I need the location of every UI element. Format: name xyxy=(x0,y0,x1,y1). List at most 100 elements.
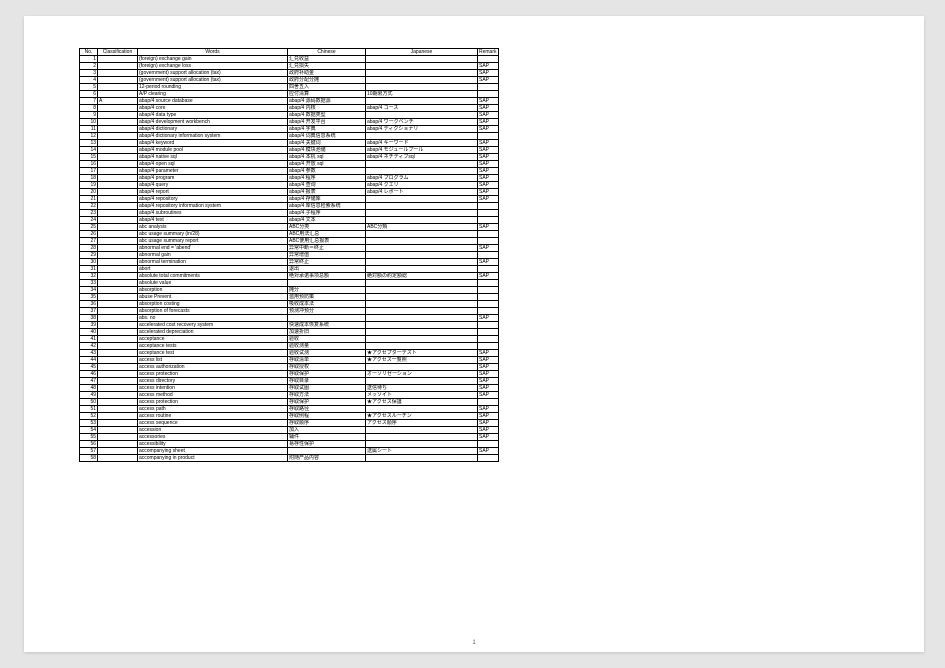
cell-rm: SAP xyxy=(478,154,499,161)
cell-w: accession xyxy=(138,427,288,434)
cell-no: 20 xyxy=(80,189,98,196)
cell-w: abap/4 keyword xyxy=(138,140,288,147)
cell-no: 5 xyxy=(80,84,98,91)
cell-no: 21 xyxy=(80,196,98,203)
cell-jp xyxy=(366,217,478,224)
cell-w: abap/4 native sql xyxy=(138,154,288,161)
table-row: 58accompanying in product附随产品内容 xyxy=(80,455,499,462)
table-row: 1(foreign) exchange gain汇兑收益 xyxy=(80,56,499,63)
cell-cls xyxy=(98,154,138,161)
cell-rm xyxy=(478,280,499,287)
cell-cn: 四舍五入 xyxy=(288,84,366,91)
cell-no: 47 xyxy=(80,378,98,385)
cell-rm: SAP xyxy=(478,126,499,133)
cell-jp xyxy=(366,161,478,168)
table-row: 23abap/4 subroutinesabap/4 子程序 xyxy=(80,210,499,217)
cell-cn: abap/4 报表 xyxy=(288,189,366,196)
cell-cn: abap/4 库信息检索系统 xyxy=(288,203,366,210)
cell-no: 12 xyxy=(80,133,98,140)
cell-cls xyxy=(98,413,138,420)
cell-jp: メッソイト xyxy=(366,392,478,399)
cell-jp: ABC分類 xyxy=(366,224,478,231)
table-row: 13abap/4 keywordabap/4 关键词abap/4 キーワードSA… xyxy=(80,140,499,147)
cell-no: 43 xyxy=(80,350,98,357)
cell-w: absorption costing xyxy=(138,301,288,308)
cell-no: 57 xyxy=(80,448,98,455)
cell-w: abap/4 data type xyxy=(138,112,288,119)
cell-no: 9 xyxy=(80,112,98,119)
cell-w: abap/4 repository xyxy=(138,196,288,203)
cell-rm: SAP xyxy=(478,350,499,357)
cell-jp xyxy=(366,280,478,287)
cell-w: abap/4 dictionary xyxy=(138,126,288,133)
col-header: Words xyxy=(138,49,288,56)
cell-w: abnormal end = 'abend' xyxy=(138,245,288,252)
cell-cls xyxy=(98,63,138,70)
cell-cls xyxy=(98,315,138,322)
table-row: 5 12-period rounding四舍五入 xyxy=(80,84,499,91)
table-row: 21abap/4 repositoryabap/4 存储库SAP xyxy=(80,196,499,203)
cell-rm xyxy=(478,287,499,294)
table-row: 30abnormal termination异常终止SAP xyxy=(80,259,499,266)
col-header: Classification xyxy=(98,49,138,56)
cell-jp xyxy=(366,84,478,91)
cell-rm xyxy=(478,441,499,448)
cell-w: abap/4 source database xyxy=(138,98,288,105)
cell-cls xyxy=(98,420,138,427)
col-header: Japanese xyxy=(366,49,478,56)
cell-no: 26 xyxy=(80,231,98,238)
cell-cls xyxy=(98,238,138,245)
cell-rm: SAP xyxy=(478,119,499,126)
cell-cn: abap/4 内核 xyxy=(288,105,366,112)
cell-cn: 存取方法 xyxy=(288,392,366,399)
cell-rm xyxy=(478,210,499,217)
cell-w: abap/4 report xyxy=(138,189,288,196)
cell-no: 25 xyxy=(80,224,98,231)
cell-cls xyxy=(98,203,138,210)
cell-cn: 应付清算 xyxy=(288,91,366,98)
cell-no: 34 xyxy=(80,287,98,294)
cell-jp: ★アクセプターテスト xyxy=(366,350,478,357)
cell-rm: SAP xyxy=(478,378,499,385)
cell-w: access intention xyxy=(138,385,288,392)
cell-cn: 快速成本恢复系统 xyxy=(288,322,366,329)
cell-cn: abap/4 模块池储 xyxy=(288,147,366,154)
cell-jp: ★アクセス保護 xyxy=(366,399,478,406)
cell-rm: SAP xyxy=(478,406,499,413)
cell-jp xyxy=(366,168,478,175)
cell-jp: abap/4 クエリ xyxy=(366,182,478,189)
table-row: 49access method存取方法メッソイトSAP xyxy=(80,392,499,399)
cell-rm: SAP xyxy=(478,259,499,266)
cell-jp xyxy=(366,70,478,77)
cell-cn: 汇兑收益 xyxy=(288,56,366,63)
cell-cls xyxy=(98,392,138,399)
cell-w: access sequence xyxy=(138,420,288,427)
col-header: No. xyxy=(80,49,98,56)
cell-w: 12-period rounding xyxy=(138,84,288,91)
table-row: 44access list存取清单★アクセス一覧照SAP xyxy=(80,357,499,364)
cell-cn xyxy=(288,315,366,322)
cell-cls xyxy=(98,273,138,280)
cell-w: abap/4 core xyxy=(138,105,288,112)
table-row: 41acceptance验收 xyxy=(80,336,499,343)
table-row: 48access intention存取试图送信待ちSAP xyxy=(80,385,499,392)
cell-cls xyxy=(98,448,138,455)
cell-no: 7 xyxy=(80,98,98,105)
cell-jp xyxy=(366,210,478,217)
table-row: 12abap/4 dictionary information systemab… xyxy=(80,133,499,140)
cell-rm: SAP xyxy=(478,245,499,252)
cell-no: 39 xyxy=(80,322,98,329)
cell-jp xyxy=(366,455,478,462)
cell-cn: 摊分 xyxy=(288,287,366,294)
cell-jp xyxy=(366,112,478,119)
cell-cls xyxy=(98,266,138,273)
cell-cn xyxy=(288,280,366,287)
table-row: 7Aabap/4 source databaseabap/4 源码数据源SAP xyxy=(80,98,499,105)
cell-jp xyxy=(366,308,478,315)
table-row: 20abap/4 reportabap/4 报表abap/4 レポートSAP xyxy=(80,189,499,196)
cell-cn: 辅件 xyxy=(288,434,366,441)
cell-jp xyxy=(366,343,478,350)
cell-cls xyxy=(98,245,138,252)
cell-cls xyxy=(98,147,138,154)
cell-cn: abap/4 存储库 xyxy=(288,196,366,203)
